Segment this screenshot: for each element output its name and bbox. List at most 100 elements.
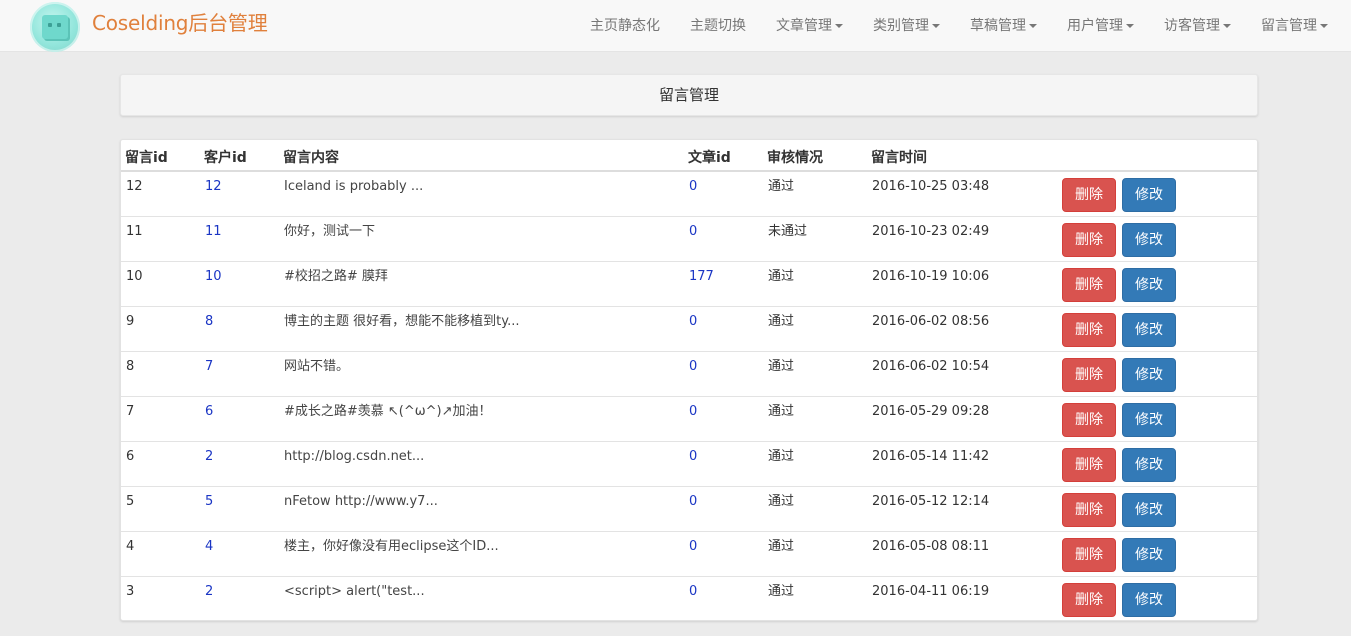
nav-item-0[interactable]: 主页静态化	[575, 0, 675, 52]
edit-button[interactable]: 修改	[1122, 582, 1176, 617]
customer-id-link[interactable]: 8	[200, 305, 279, 351]
edit-button[interactable]: 修改	[1122, 357, 1176, 392]
edit-button[interactable]: 修改	[1122, 492, 1176, 527]
article-id-link[interactable]: 0	[684, 530, 763, 576]
row-actions: 删除 修改	[1057, 350, 1257, 396]
status-cell: 未通过	[763, 215, 867, 261]
delete-button[interactable]: 删除	[1062, 178, 1116, 212]
delete-button[interactable]: 删除	[1062, 222, 1116, 257]
article-id-link[interactable]: 0	[684, 395, 763, 441]
edit-button[interactable]: 修改	[1122, 222, 1176, 257]
nav-item-label: 用户管理	[1067, 18, 1123, 34]
edit-button[interactable]: 修改	[1122, 312, 1176, 347]
status-cell: 通过	[763, 530, 867, 576]
column-header-customer-id: 客户id	[200, 140, 279, 172]
edit-button[interactable]: 修改	[1122, 447, 1176, 482]
time-cell: 2016-06-02 10:54	[867, 350, 1057, 396]
table-row: 11 11 你好，测试一下 0 未通过 2016-10-23 02:49 删除 修改	[121, 215, 1257, 261]
page-title: 留言管理	[120, 74, 1258, 116]
nav-item-label: 留言管理	[1261, 18, 1317, 34]
time-cell: 2016-10-19 10:06	[867, 260, 1057, 306]
customer-id-link[interactable]: 12	[200, 171, 279, 216]
delete-button[interactable]: 删除	[1062, 447, 1116, 482]
delete-button[interactable]: 删除	[1062, 267, 1116, 302]
time-cell: 2016-05-08 08:11	[867, 530, 1057, 576]
column-header-article-id: 文章id	[684, 140, 763, 172]
comment-content-cell: Iceland is probably ...	[284, 179, 424, 194]
customer-id-link[interactable]: 4	[200, 530, 279, 576]
article-id-link[interactable]: 0	[684, 305, 763, 351]
table-row: 5 5 nFetow http://www.y7... 0 通过 2016-05-12 1…	[121, 485, 1257, 531]
edit-button[interactable]: 修改	[1122, 402, 1176, 437]
cube-logo-icon[interactable]	[30, 2, 80, 52]
table-row: 7 6 #成长之路#羡慕 ↖(^ω^)↗加油！ 0 通过 2016-05-29 09:28…	[121, 395, 1257, 441]
article-id-link[interactable]: 0	[684, 575, 763, 620]
article-id-link[interactable]: 177	[684, 260, 763, 306]
delete-button[interactable]: 删除	[1062, 402, 1116, 437]
comment-id-cell: 7	[121, 395, 200, 441]
comment-id-cell: 5	[121, 485, 200, 531]
status-cell: 通过	[763, 260, 867, 306]
comment-id-cell: 10	[121, 260, 200, 306]
article-id-link[interactable]: 0	[684, 215, 763, 261]
article-id-link[interactable]: 0	[684, 171, 763, 216]
customer-id-link[interactable]: 11	[200, 215, 279, 261]
edit-button[interactable]: 修改	[1122, 537, 1176, 572]
customer-id-link[interactable]: 10	[200, 260, 279, 306]
comment-content-cell: 楼主，你好像没有用eclipse这个ID...	[279, 530, 684, 576]
time-cell: 2016-06-02 08:56	[867, 305, 1057, 351]
comment-content-cell: http://blog.csdn.net...	[279, 440, 684, 486]
customer-id-link[interactable]: 6	[200, 395, 279, 441]
brand-title[interactable]: Coselding后台管理	[92, 10, 268, 36]
nav-item-3[interactable]: 类别管理	[858, 0, 955, 52]
row-actions: 删除 修改	[1057, 395, 1257, 441]
nav-item-label: 主题切换	[690, 18, 746, 34]
delete-button[interactable]: 删除	[1062, 582, 1116, 617]
nav-item-label: 文章管理	[776, 18, 832, 34]
comment-content-cell: #校招之路# 膜拜	[279, 260, 684, 306]
caret-down-icon	[1126, 24, 1134, 28]
row-actions: 删除 修改	[1057, 485, 1257, 531]
customer-id-link[interactable]: 2	[200, 440, 279, 486]
delete-button[interactable]: 删除	[1062, 492, 1116, 527]
nav-menu: 主页静态化 主题切换 文章管理 类别管理 草稿管理 用户管理 访客管理 留言管理	[575, 0, 1343, 52]
customer-id-link[interactable]: 2	[200, 575, 279, 620]
row-actions: 删除 修改	[1057, 530, 1257, 576]
nav-item-5[interactable]: 用户管理	[1052, 0, 1149, 52]
nav-item-6[interactable]: 访客管理	[1149, 0, 1246, 52]
caret-down-icon	[1029, 24, 1037, 28]
nav-item-1[interactable]: 主题切换	[675, 0, 761, 52]
nav-item-2[interactable]: 文章管理	[761, 0, 858, 52]
nav-item-4[interactable]: 草稿管理	[955, 0, 1052, 52]
time-cell: 2016-05-14 11:42	[867, 440, 1057, 486]
time-cell: 2016-10-25 03:48	[872, 179, 990, 194]
row-actions: 删除 修改	[1057, 575, 1257, 620]
column-header-content: 留言内容	[279, 140, 684, 172]
row-actions: 删除 修改	[1057, 215, 1257, 261]
customer-id-link[interactable]: 5	[200, 485, 279, 531]
article-id-link[interactable]: 0	[684, 350, 763, 396]
caret-down-icon	[835, 24, 843, 28]
article-id-link[interactable]: 0	[684, 485, 763, 531]
status-cell: 通过	[763, 440, 867, 486]
nav-item-label: 草稿管理	[970, 18, 1026, 34]
status-cell: 通过	[768, 179, 795, 194]
nav-item-label: 主页静态化	[590, 18, 660, 34]
status-cell: 通过	[763, 575, 867, 620]
comment-id-cell: 4	[121, 530, 200, 576]
edit-button[interactable]: 修改	[1122, 178, 1176, 212]
status-cell: 通过	[763, 395, 867, 441]
delete-button[interactable]: 删除	[1062, 537, 1116, 572]
caret-down-icon	[1223, 24, 1231, 28]
table-row: 10 10 #校招之路# 膜拜 177 通过 2016-10-19 10:06 删除 修改	[121, 260, 1257, 306]
nav-item-label: 访客管理	[1164, 18, 1220, 34]
table-row: 6 2 http://blog.csdn.net... 0 通过 2016-05-14 1…	[121, 440, 1257, 486]
customer-id-link[interactable]: 7	[200, 350, 279, 396]
delete-button[interactable]: 删除	[1062, 312, 1116, 347]
edit-button[interactable]: 修改	[1122, 267, 1176, 302]
nav-item-7[interactable]: 留言管理	[1246, 0, 1343, 52]
delete-button[interactable]: 删除	[1062, 357, 1116, 392]
row-actions: 删除 修改	[1057, 440, 1257, 486]
comment-id-cell: 3	[121, 575, 200, 620]
article-id-link[interactable]: 0	[684, 440, 763, 486]
